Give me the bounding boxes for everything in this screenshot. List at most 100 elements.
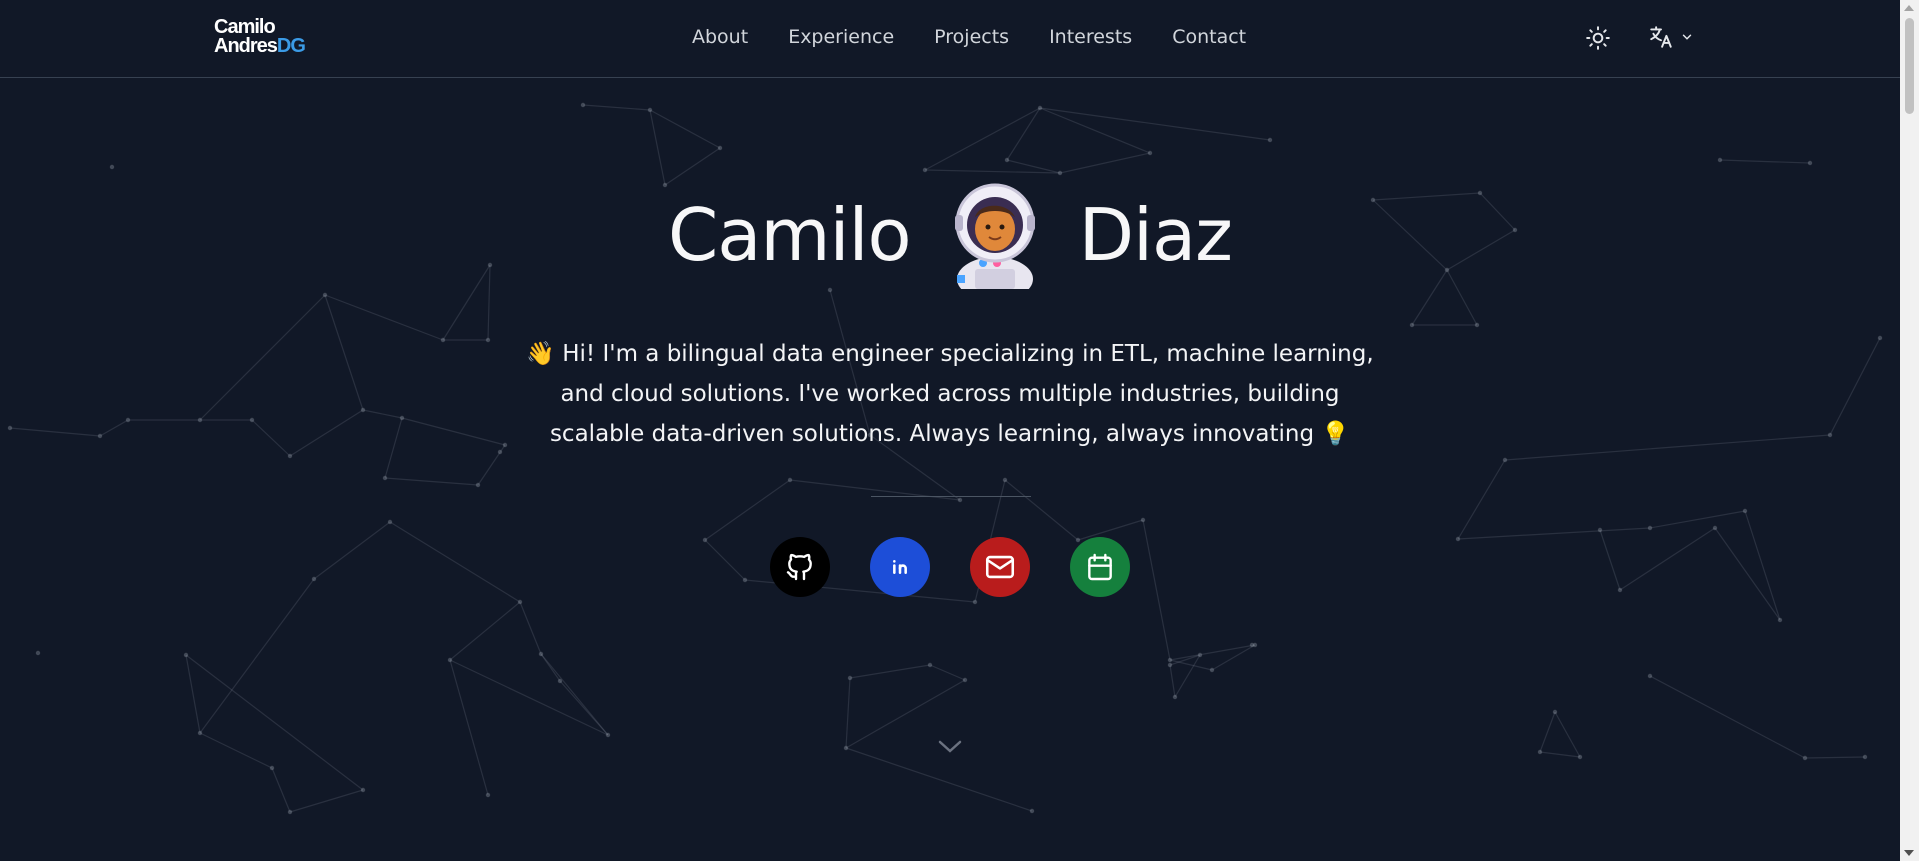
scrollbar-thumb[interactable]: [1905, 18, 1914, 114]
linkedin-link-button[interactable]: [870, 537, 930, 597]
network-node: [1552, 709, 1558, 715]
network-line: [1169, 664, 1176, 698]
network-line: [1539, 711, 1556, 753]
network-line: [649, 109, 721, 149]
network-line: [389, 521, 521, 603]
network-node: [1802, 755, 1808, 761]
network-line: [1649, 510, 1746, 529]
network-node: [962, 677, 968, 683]
network-line: [1457, 459, 1506, 540]
network-node: [702, 537, 708, 543]
intro-paragraph: 👋 Hi! I'm a bilingual data engineer spec…: [515, 334, 1385, 454]
site-logo[interactable]: Camilo AndresDG: [214, 17, 306, 57]
network-line: [704, 479, 791, 541]
nav-link-interests[interactable]: Interests: [1049, 26, 1132, 48]
network-node: [957, 497, 963, 503]
hero-title: Camilo Diaz: [0, 181, 1900, 289]
network-line: [582, 104, 651, 111]
network-line: [929, 664, 966, 681]
network-line: [289, 789, 364, 813]
network-line: [449, 601, 521, 661]
main-menu: About Experience Projects Interests Cont…: [692, 26, 1246, 48]
mail-icon: [985, 555, 1015, 579]
github-link-button[interactable]: [770, 537, 830, 597]
network-node: [387, 519, 393, 525]
network-node: [1140, 517, 1146, 523]
network-line: [384, 417, 403, 479]
network-node: [717, 145, 723, 151]
network-line: [199, 294, 326, 421]
network-node: [197, 417, 203, 423]
sun-icon: [1586, 26, 1610, 50]
network-node: [97, 433, 103, 439]
network-line: [324, 294, 444, 341]
network-node: [787, 477, 793, 483]
scroll-down-arrow[interactable]: [1904, 850, 1914, 856]
network-line: [1142, 519, 1171, 661]
network-line: [1599, 529, 1621, 591]
network-node: [360, 407, 366, 413]
scroll-down-button[interactable]: [935, 737, 965, 757]
network-line: [271, 767, 291, 813]
network-line: [1457, 527, 1651, 540]
network-node: [538, 651, 544, 657]
page-scrollbar[interactable]: [1900, 0, 1919, 861]
network-node: [1002, 477, 1008, 483]
nav-link-contact[interactable]: Contact: [1172, 26, 1246, 48]
network-node: [927, 662, 933, 668]
network-line: [1039, 107, 1271, 141]
network-line: [1059, 152, 1151, 174]
network-node: [1172, 694, 1178, 700]
logo-name-part: Andres: [214, 35, 278, 57]
network-node: [1197, 652, 1203, 658]
top-navbar: Camilo AndresDG About Experience Project…: [0, 0, 1900, 78]
network-line: [1006, 107, 1041, 161]
network-line: [251, 419, 291, 457]
email-link-button[interactable]: [970, 537, 1030, 597]
network-node: [440, 337, 446, 343]
network-line: [185, 654, 201, 734]
logo-line-2: AndresDG: [214, 35, 306, 57]
network-node: [485, 337, 491, 343]
network-line: [99, 419, 129, 437]
network-node: [1057, 170, 1063, 176]
theme-toggle-button[interactable]: [1585, 25, 1611, 51]
network-line: [362, 409, 403, 419]
translate-icon: [1650, 26, 1672, 48]
network-node: [1249, 642, 1255, 648]
network-node: [922, 167, 928, 173]
network-node: [502, 442, 508, 448]
nav-link-projects[interactable]: Projects: [934, 26, 1009, 48]
network-node: [843, 745, 849, 751]
network-line: [664, 147, 721, 186]
calendar-link-button[interactable]: [1070, 537, 1130, 597]
network-node: [647, 107, 653, 113]
network-line: [924, 107, 1041, 171]
last-name: Diaz: [1078, 193, 1233, 277]
network-node: [447, 657, 453, 663]
network-node: [1742, 508, 1748, 514]
network-node: [1827, 432, 1833, 438]
scroll-up-arrow[interactable]: [1904, 5, 1914, 11]
nav-link-experience[interactable]: Experience: [788, 26, 894, 48]
network-line: [924, 169, 1061, 174]
language-selector-button[interactable]: [1648, 24, 1694, 50]
network-line: [401, 417, 506, 446]
network-node: [1037, 105, 1043, 111]
network-node: [197, 730, 203, 736]
network-node: [1167, 662, 1173, 668]
network-node: [972, 599, 978, 605]
nav-link-about[interactable]: About: [692, 26, 748, 48]
network-node: [1597, 527, 1603, 533]
network-line: [9, 427, 101, 437]
network-node: [497, 449, 503, 455]
network-node: [1777, 617, 1783, 623]
network-node: [475, 482, 481, 488]
network-node: [1647, 525, 1653, 531]
network-line: [1006, 159, 1061, 174]
network-line: [1039, 107, 1151, 154]
network-node: [1474, 322, 1480, 328]
network-line: [1744, 510, 1781, 621]
chevron-down-icon: [938, 740, 962, 753]
first-name: Camilo: [668, 193, 912, 277]
